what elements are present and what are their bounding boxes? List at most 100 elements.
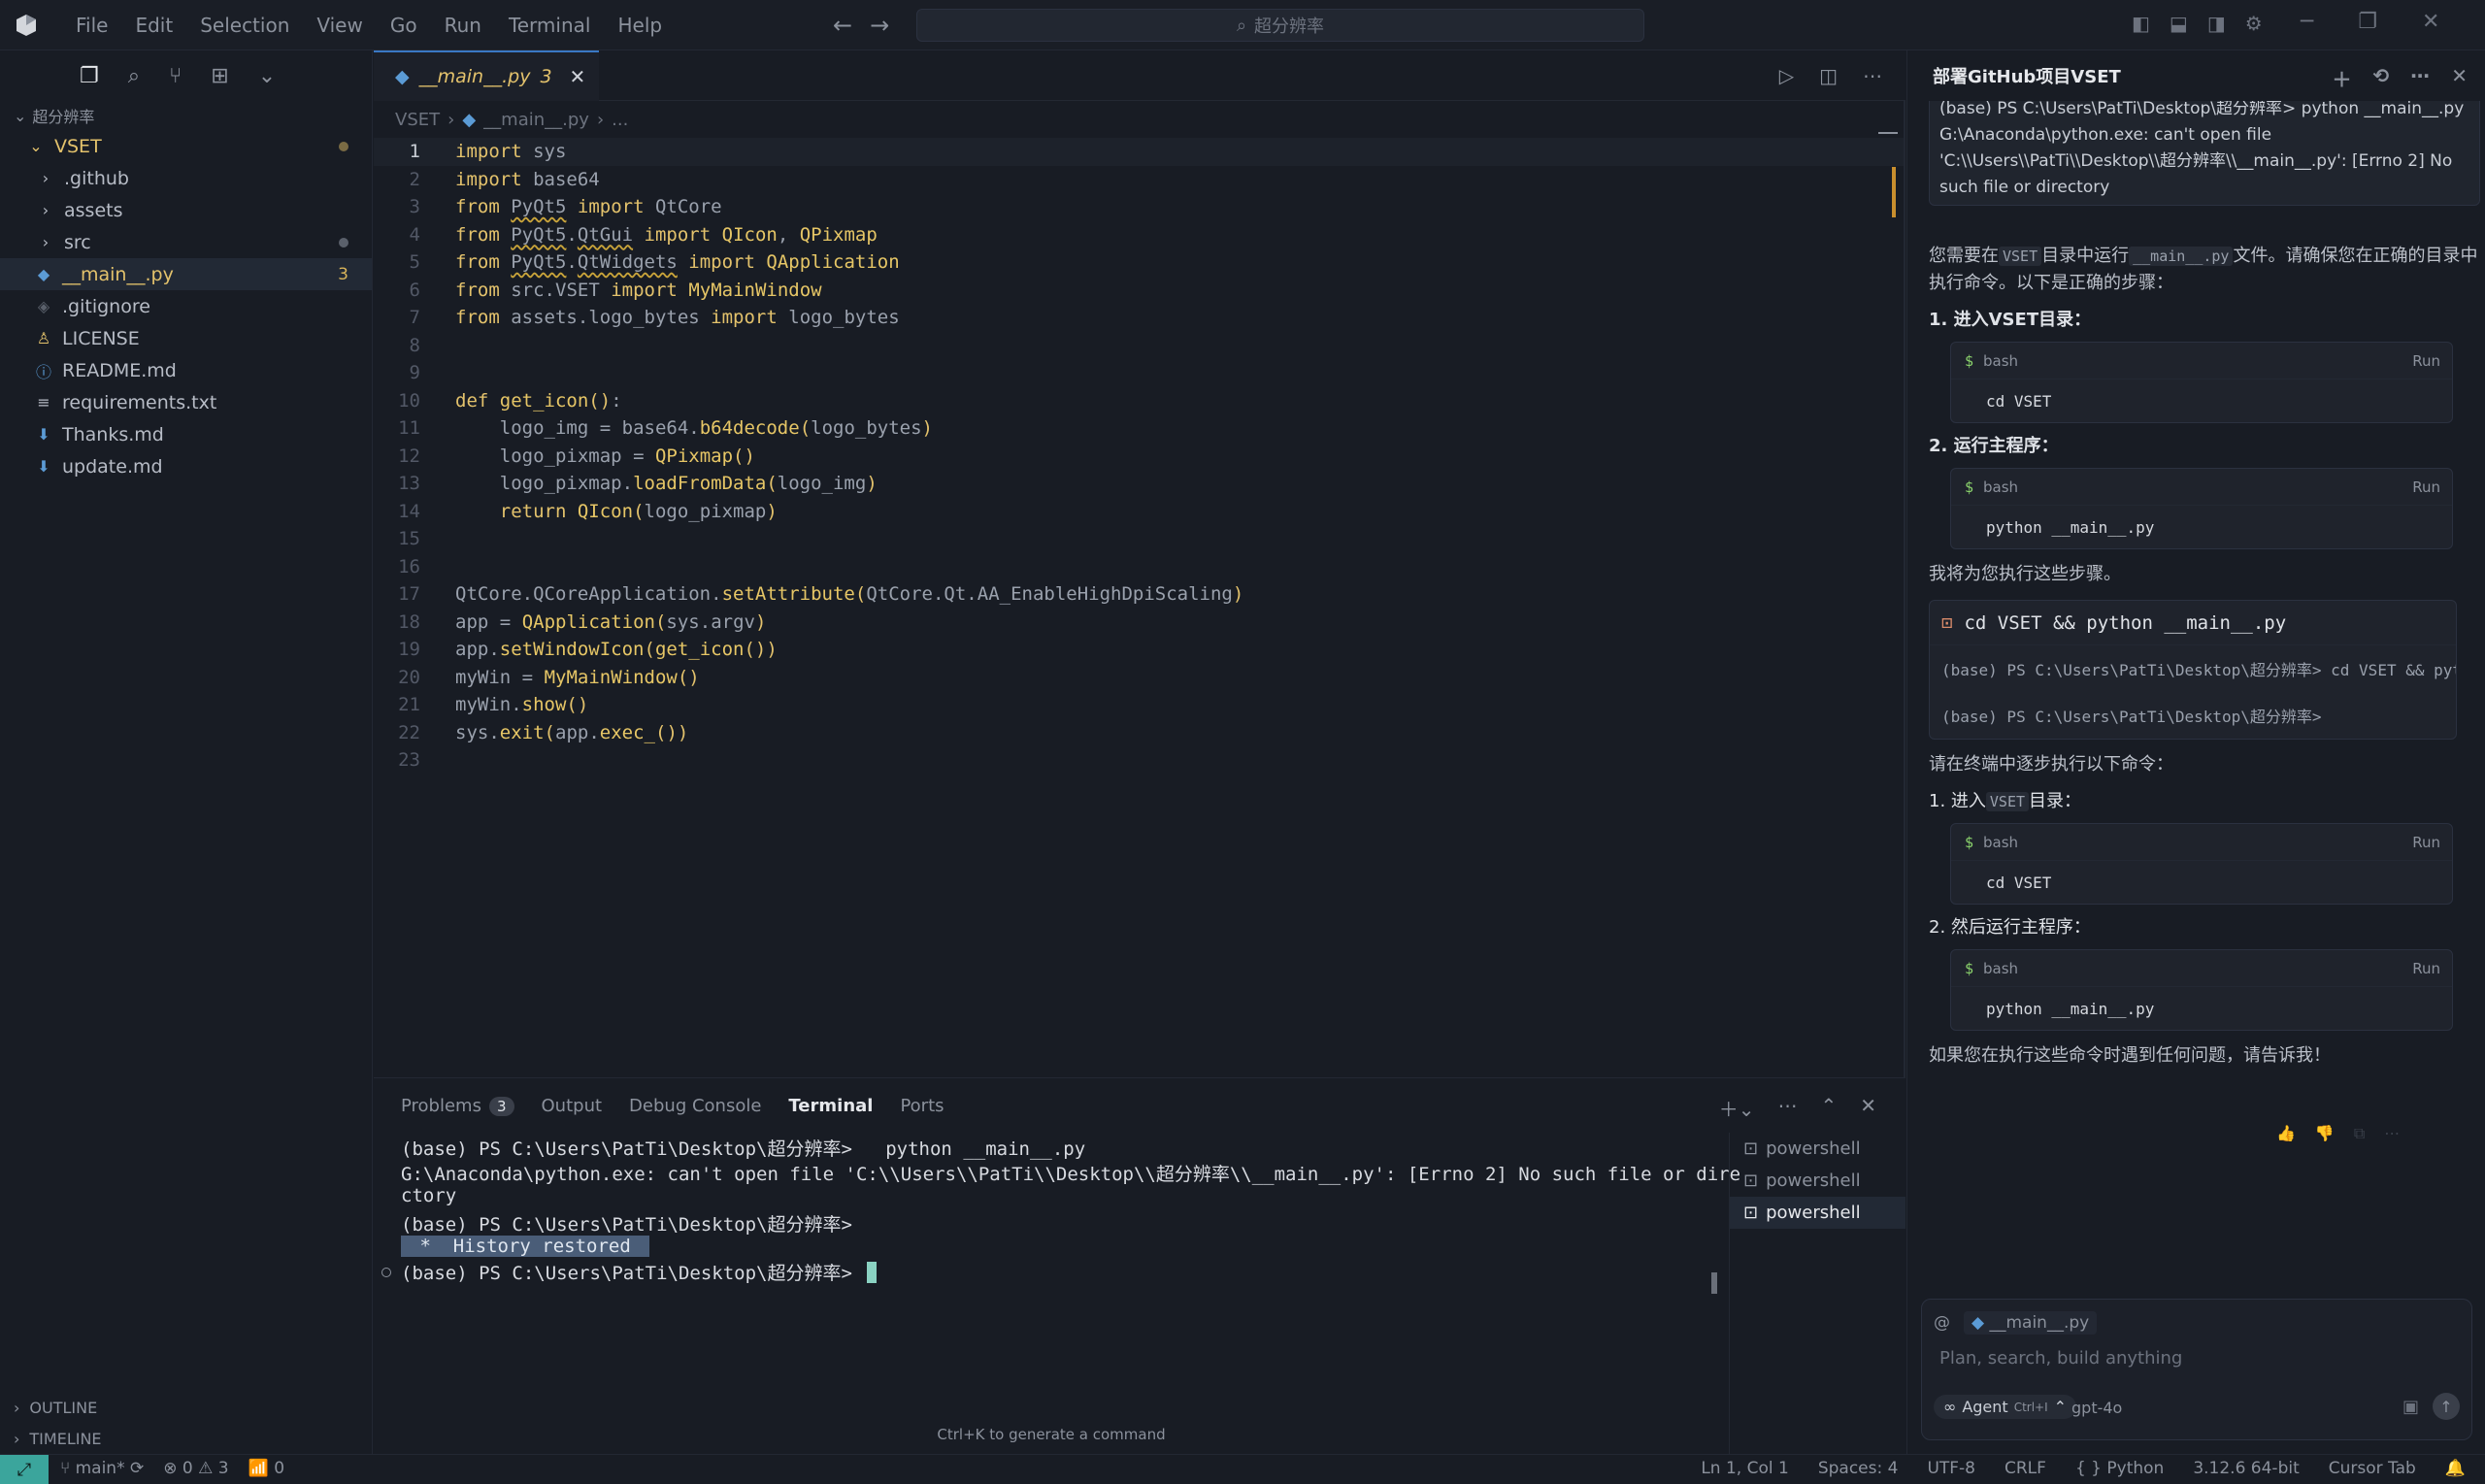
language-mode[interactable]: { } Python	[2075, 1459, 2164, 1478]
menu-view[interactable]: View	[303, 14, 376, 37]
menu-terminal[interactable]: Terminal	[495, 14, 605, 37]
close-panel-icon[interactable]: ✕	[1860, 1094, 1876, 1122]
terminal-instance[interactable]: ⊡ powershell	[1730, 1197, 1905, 1229]
chevron-right-icon: ›	[42, 169, 50, 187]
menu-run[interactable]: Run	[431, 14, 495, 37]
maximize-panel-icon[interactable]: ⌃	[1820, 1094, 1837, 1122]
menu-edit[interactable]: Edit	[121, 14, 186, 37]
remote-indicator-icon[interactable]: ⤢	[0, 1455, 49, 1484]
menu-help[interactable]: Help	[604, 14, 676, 37]
mention-icon[interactable]: @	[1934, 1313, 1950, 1333]
toggle-secondary-sidebar-icon[interactable]: ◨	[2207, 12, 2226, 35]
line-ending[interactable]: CRLF	[2005, 1459, 2046, 1478]
history-icon[interactable]: ⟲	[2372, 64, 2389, 92]
terminal-output-line: (base) PS C:\Users\PatTi\Desktop\超分辨率> c…	[1941, 661, 2456, 679]
branch-status[interactable]: ⑂ main* ⟳	[60, 1459, 144, 1478]
editor-scrollbar[interactable]	[1904, 101, 1905, 1077]
panel-tabs: Problems 3 Output Debug Console Terminal …	[374, 1078, 1905, 1133]
tab-problems[interactable]: Problems 3	[401, 1096, 514, 1116]
code-line: 7 from assets.logo_bytes import logo_byte…	[374, 304, 1905, 332]
run-button[interactable]: Run	[2412, 478, 2440, 496]
timeline-section[interactable]: › TIMELINE	[0, 1423, 373, 1454]
breadcrumb-file[interactable]: __main__.py	[483, 110, 589, 130]
agent-mode-selector[interactable]: ∞ Agent Ctrl+I ⌃	[1934, 1395, 2077, 1419]
menu-go[interactable]: Go	[377, 14, 431, 37]
thumbs-down-icon[interactable]: 👎	[2315, 1124, 2335, 1143]
split-editor-icon[interactable]: ◫	[1819, 64, 1838, 87]
tree-file-license[interactable]: ♙ LICENSE	[0, 322, 372, 354]
terminal-prompt[interactable]: (base) PS C:\Users\PatTi\Desktop\超分辨率>	[381, 1259, 878, 1285]
tab-ports[interactable]: Ports	[900, 1096, 944, 1116]
close-icon[interactable]: ✕	[570, 65, 586, 88]
ports-status[interactable]: 📶 0	[248, 1459, 284, 1478]
encoding[interactable]: UTF-8	[1927, 1459, 1975, 1478]
tab-terminal[interactable]: Terminal	[788, 1096, 873, 1116]
close-window-icon[interactable]: ✕	[2422, 10, 2439, 34]
cursor-tab-status[interactable]: Cursor Tab	[2329, 1459, 2416, 1478]
chevron-down-icon[interactable]: ⌄	[258, 64, 276, 88]
image-attach-icon[interactable]: ▣	[2402, 1397, 2419, 1417]
search-view-icon[interactable]: ⌕	[128, 64, 140, 88]
settings-gear-icon[interactable]: ⚙	[2245, 12, 2263, 35]
minimize-icon[interactable]: ─	[2301, 10, 2313, 34]
tree-file-gitignore[interactable]: ◈ .gitignore	[0, 290, 372, 322]
more-actions-icon[interactable]: ⋯	[2410, 64, 2430, 92]
tree-folder-src[interactable]: › src	[0, 226, 372, 258]
scroll-warning-marker	[1892, 167, 1896, 217]
more-actions-icon[interactable]: ⋯	[1863, 64, 1882, 87]
tree-folder-github[interactable]: › .github	[0, 162, 372, 194]
more-actions-icon[interactable]: ⋯	[2384, 1124, 2400, 1143]
indentation[interactable]: Spaces: 4	[1818, 1459, 1899, 1478]
model-selector[interactable]: gpt-4o	[2071, 1399, 2122, 1417]
workspace-header[interactable]: ⌄ 超分辨率	[0, 101, 372, 130]
tree-file-requirements[interactable]: ≡ requirements.txt	[0, 386, 372, 418]
nav-arrows: ← →	[833, 12, 889, 39]
restore-icon[interactable]: ❐	[2358, 10, 2377, 34]
forward-arrow-icon[interactable]: →	[870, 12, 889, 39]
message-feedback: 👍 👎 ⧉ ⋯	[2276, 1124, 2400, 1143]
tab-debug-console[interactable]: Debug Console	[629, 1096, 761, 1116]
chat-input-placeholder[interactable]: Plan, search, build anything	[1939, 1348, 2182, 1369]
cursor-position[interactable]: Ln 1, Col 1	[1701, 1459, 1789, 1478]
tree-file-thanks[interactable]: ⬇ Thanks.md	[0, 418, 372, 450]
context-file-chip[interactable]: ◆ __main__.py	[1964, 1311, 2098, 1335]
extensions-icon[interactable]: ⊞	[211, 64, 228, 88]
close-icon[interactable]: ✕	[2451, 64, 2468, 92]
back-arrow-icon[interactable]: ←	[833, 12, 852, 39]
run-button[interactable]: Run	[2412, 960, 2440, 977]
new-terminal-icon[interactable]: ＋⌄	[1719, 1094, 1755, 1122]
terminal-instance[interactable]: ⊡ powershell	[1730, 1133, 1905, 1165]
tab-output[interactable]: Output	[542, 1096, 603, 1116]
copy-icon[interactable]: ⧉	[2354, 1124, 2365, 1143]
run-icon[interactable]: ▷	[1779, 64, 1794, 87]
terminal-instance[interactable]: ⊡ powershell	[1730, 1165, 1905, 1197]
command-center-search[interactable]: ⌕ 超分辨率	[916, 9, 1644, 42]
chat-input-box[interactable]: @ ◆ __main__.py Plan, search, build anyt…	[1921, 1299, 2472, 1440]
outline-section[interactable]: › OUTLINE	[0, 1392, 373, 1423]
more-actions-icon[interactable]: ⋯	[1777, 1094, 1797, 1122]
menu-selection[interactable]: Selection	[186, 14, 303, 37]
breadcrumb-root[interactable]: VSET	[395, 110, 440, 130]
notifications-bell-icon[interactable]: 🔔	[2445, 1459, 2466, 1478]
new-chat-icon[interactable]: ＋	[2332, 64, 2351, 92]
run-button[interactable]: Run	[2412, 834, 2440, 851]
tree-file-update[interactable]: ⬇ update.md	[0, 450, 372, 482]
send-button[interactable]: ↑	[2433, 1393, 2460, 1420]
tab-main-py[interactable]: ◆ __main__.py 3 ✕	[374, 49, 600, 101]
breadcrumb-more[interactable]: ...	[612, 110, 628, 130]
toggle-sidebar-icon[interactable]: ◧	[2132, 12, 2150, 35]
tree-folder-vset[interactable]: ⌄ VSET	[0, 130, 372, 162]
tree-file-main-py[interactable]: ◆ __main__.py 3	[0, 258, 372, 290]
files-icon[interactable]: ❐	[80, 64, 99, 88]
code-editor[interactable]: 1 import sys 2 import base64 3 from PyQt5 imp…	[374, 138, 1905, 775]
menu-file[interactable]: File	[62, 14, 121, 37]
toggle-panel-icon[interactable]: ⬓	[2170, 12, 2188, 35]
source-control-icon[interactable]: ⑂	[169, 64, 182, 88]
terminal-scrollbar[interactable]	[1711, 1272, 1717, 1294]
thumbs-up-icon[interactable]: 👍	[2276, 1124, 2296, 1143]
problems-status[interactable]: ⊗ 0 ⚠ 3	[163, 1459, 228, 1478]
tree-folder-assets[interactable]: › assets	[0, 194, 372, 226]
tree-file-readme[interactable]: ⓘ README.md	[0, 354, 372, 386]
python-interpreter[interactable]: 3.12.6 64-bit	[2193, 1459, 2299, 1478]
run-button[interactable]: Run	[2412, 352, 2440, 370]
